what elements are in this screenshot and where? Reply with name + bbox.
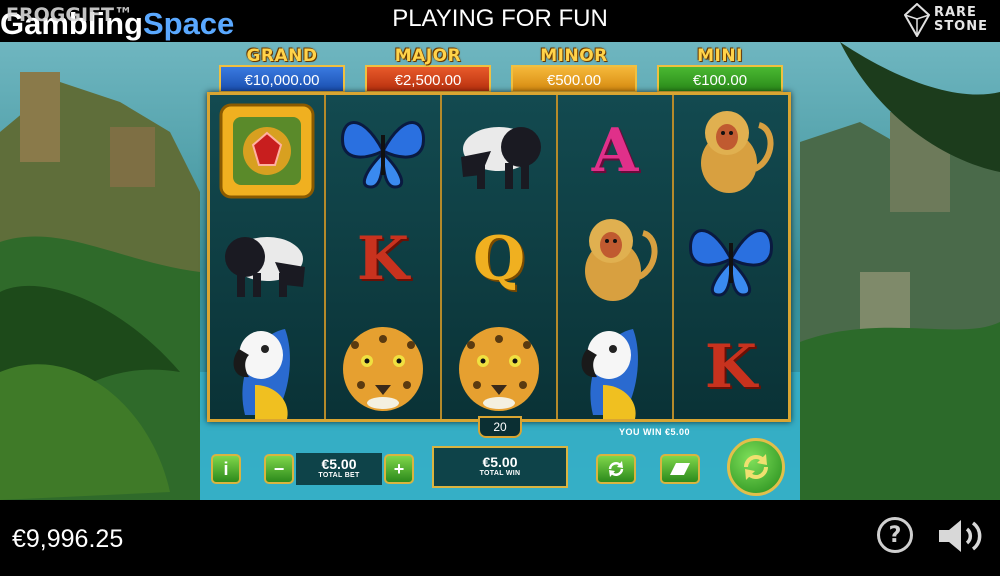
autoplay-button[interactable] xyxy=(596,454,636,484)
decrease-bet-button[interactable]: − xyxy=(264,454,294,484)
jackpot-minor: MINOR €500.00 xyxy=(511,46,637,93)
tapir-icon xyxy=(210,205,324,313)
reel-3: Q xyxy=(442,95,558,419)
provider-name-line2: STONE xyxy=(933,19,988,34)
total-bet-label: TOTAL BET xyxy=(318,472,360,479)
parrot-icon xyxy=(558,313,672,421)
you-win-text: YOU WIN €5.00 xyxy=(619,427,691,437)
spin-button[interactable] xyxy=(727,438,785,496)
jackpot-grand: GRAND €10,000.00 xyxy=(219,46,345,93)
gem-scatter-icon xyxy=(210,97,324,205)
parrot-icon xyxy=(210,313,324,421)
turbo-button[interactable] xyxy=(660,454,700,484)
symbol-a-letter: A xyxy=(591,116,639,186)
game-area: GRAND €10,000.00 MAJOR €2,500.00 MINOR €… xyxy=(0,42,1000,500)
info-icon: i xyxy=(223,458,229,479)
increase-bet-button[interactable]: + xyxy=(384,454,414,484)
reels-grid: K Q A K xyxy=(207,92,791,422)
symbol-a: A xyxy=(558,97,672,205)
sound-toggle-icon[interactable] xyxy=(937,517,987,555)
reel-4: A xyxy=(558,95,674,419)
jackpot-minor-label: MINOR xyxy=(540,46,608,66)
autoplay-icon xyxy=(608,461,624,477)
symbol-q-letter: Q xyxy=(472,224,526,294)
info-button[interactable]: i xyxy=(211,454,241,484)
jaguar-icon xyxy=(442,313,556,421)
jackpot-major-value: €2,500.00 xyxy=(365,65,491,93)
jackpot-grand-label: GRAND xyxy=(246,46,318,66)
monkey-icon xyxy=(558,205,672,313)
total-win-display: €5.00 TOTAL WIN xyxy=(432,446,568,488)
provider-name-line1: RARE xyxy=(933,5,977,20)
plus-icon: + xyxy=(393,458,405,479)
symbol-k: K xyxy=(326,205,440,313)
top-bar: GamblingSpace FROGGIFT™ PLAYING FOR FUN … xyxy=(0,0,1000,42)
reel-1 xyxy=(210,95,326,419)
monkey-icon xyxy=(674,97,788,205)
butterfly-icon xyxy=(674,205,788,313)
bottom-bar: €9,996.25 ? xyxy=(0,500,1000,576)
spin-arrows-icon xyxy=(744,454,768,480)
symbol-k-letter: K xyxy=(704,332,758,402)
question-mark-icon: ? xyxy=(888,522,902,548)
reel-5: K xyxy=(674,95,788,419)
tapir-icon xyxy=(442,97,556,205)
mode-title: PLAYING FOR FUN xyxy=(392,5,608,32)
balance-display: €9,996.25 xyxy=(12,525,124,553)
total-bet-value: €5.00 xyxy=(321,456,357,472)
help-button[interactable]: ? xyxy=(877,517,913,553)
rare-stone-gem-icon xyxy=(903,3,930,37)
symbol-k-letter: K xyxy=(356,224,410,294)
jackpot-mini: MINI €100.00 xyxy=(657,46,783,93)
provider-logo: RARE STONE xyxy=(903,3,988,37)
turbo-icon xyxy=(670,463,690,475)
jackpot-major-label: MAJOR xyxy=(394,46,462,66)
jackpot-grand-value: €10,000.00 xyxy=(219,65,345,93)
paylines-count: 20 xyxy=(478,416,522,438)
symbol-k: K xyxy=(674,313,788,421)
total-bet-display: €5.00 TOTAL BET xyxy=(296,453,382,485)
reel-2: K xyxy=(326,95,442,419)
jackpot-mini-value: €100.00 xyxy=(657,65,783,93)
jaguar-icon xyxy=(326,313,440,421)
total-win-value: €5.00 xyxy=(482,454,518,470)
total-win-label: TOTAL WIN xyxy=(479,470,521,477)
symbol-q: Q xyxy=(442,205,556,313)
minus-icon: − xyxy=(273,458,285,479)
jackpot-major: MAJOR €2,500.00 xyxy=(365,46,491,93)
butterfly-icon xyxy=(326,97,440,205)
jackpot-mini-label: MINI xyxy=(697,46,743,66)
jackpot-minor-value: €500.00 xyxy=(511,65,637,93)
